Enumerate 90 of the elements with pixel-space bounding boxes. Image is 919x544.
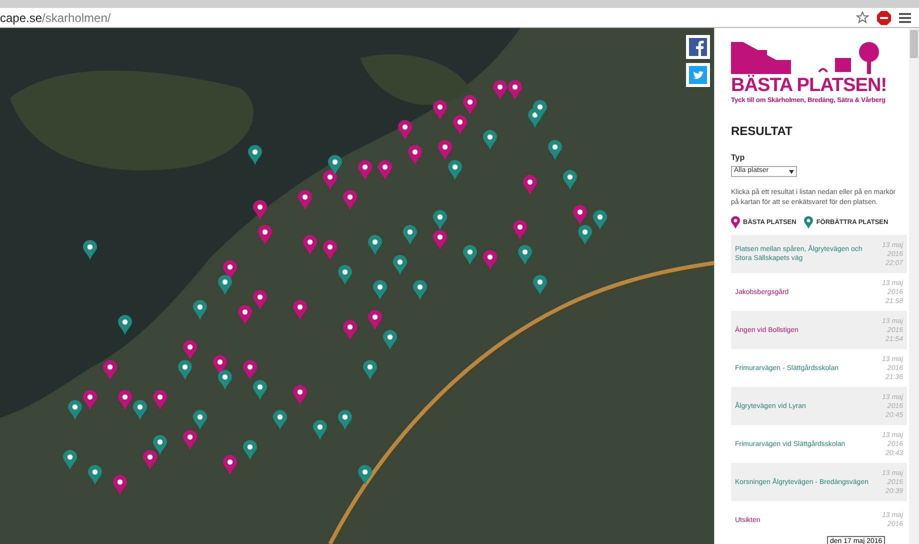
map-pin[interactable]	[463, 245, 477, 265]
map-pin[interactable]	[483, 250, 497, 270]
map-pin[interactable]	[193, 410, 207, 430]
map-pin[interactable]	[183, 340, 197, 360]
map-pin[interactable]	[153, 390, 167, 410]
map-pin[interactable]	[183, 430, 197, 450]
map-pin[interactable]	[253, 290, 267, 310]
map-pin[interactable]	[413, 280, 427, 300]
map-pin[interactable]	[398, 120, 412, 140]
map-pin[interactable]	[238, 305, 252, 325]
map-pin[interactable]	[518, 245, 532, 265]
map-pin[interactable]	[508, 80, 522, 100]
map-pin[interactable]	[248, 145, 262, 165]
map-pin[interactable]	[133, 400, 147, 420]
map-pin[interactable]	[343, 190, 357, 210]
map-pin[interactable]	[548, 140, 562, 160]
map-pin[interactable]	[253, 200, 267, 220]
map-pin[interactable]	[293, 300, 307, 320]
caret-icon	[789, 170, 794, 174]
map-pin[interactable]	[218, 370, 232, 390]
map-pin[interactable]	[433, 100, 447, 120]
map-pin[interactable]	[363, 360, 377, 380]
map-pin[interactable]	[523, 175, 537, 195]
map-pin[interactable]	[373, 280, 387, 300]
logo-title: BÄSTA PLATSEN!	[731, 76, 888, 96]
map-pin[interactable]	[323, 240, 337, 260]
map-pin[interactable]	[378, 160, 392, 180]
scrollbar-thumb[interactable]	[910, 30, 918, 58]
map-pin[interactable]	[103, 360, 117, 380]
map-pin[interactable]	[303, 235, 317, 255]
map-pin[interactable]	[368, 310, 382, 330]
facebook-icon	[689, 38, 707, 56]
map-pin[interactable]	[433, 230, 447, 250]
map-pin[interactable]	[88, 465, 102, 485]
map-pin[interactable]	[408, 145, 422, 165]
section-heading: RESULTAT	[731, 123, 794, 140]
map-pin[interactable]	[63, 450, 77, 470]
map-pin[interactable]	[438, 140, 452, 160]
map-pin[interactable]	[533, 275, 547, 295]
map-pin[interactable]	[593, 210, 607, 230]
map-pin[interactable]	[298, 190, 312, 210]
map-pin[interactable]	[578, 225, 592, 245]
map-pin[interactable]	[68, 400, 82, 420]
map-pin[interactable]	[403, 225, 417, 245]
map-pin[interactable]	[358, 465, 372, 485]
map-pin[interactable]	[143, 450, 157, 470]
map-pin[interactable]	[273, 410, 287, 430]
twitter-button[interactable]	[686, 63, 710, 87]
map-pin[interactable]	[153, 435, 167, 455]
map-pin[interactable]	[178, 360, 192, 380]
map-pin[interactable]	[483, 130, 497, 150]
map-pin[interactable]	[193, 300, 207, 320]
map-pin[interactable]	[383, 330, 397, 350]
address-field[interactable]: cape.se/skarholmen/	[0, 10, 852, 26]
map-pin[interactable]	[563, 170, 577, 190]
map-pin[interactable]	[118, 390, 132, 410]
map-pin[interactable]	[433, 210, 447, 230]
facebook-button[interactable]	[686, 35, 710, 59]
map-pin[interactable]	[83, 390, 97, 410]
map-pin[interactable]	[358, 160, 372, 180]
map-pin[interactable]	[368, 235, 382, 255]
map-pin[interactable]	[343, 320, 357, 340]
map-pin[interactable]	[113, 475, 127, 495]
map-pin[interactable]	[218, 275, 232, 295]
map-pin[interactable]	[253, 380, 267, 400]
map-pin[interactable]	[463, 95, 477, 115]
adblock-icon[interactable]	[877, 10, 891, 24]
map-pin[interactable]	[513, 220, 527, 240]
map-pin[interactable]	[243, 440, 257, 460]
map-pin[interactable]	[448, 160, 462, 180]
map-pin[interactable]	[453, 115, 467, 135]
map-pin[interactable]	[223, 455, 237, 475]
map-pin[interactable]	[323, 170, 337, 190]
map-pin[interactable]	[258, 225, 272, 245]
map-pin[interactable]	[493, 80, 507, 100]
map-pin[interactable]	[83, 240, 97, 260]
bird-icon	[689, 66, 707, 84]
map-pin[interactable]	[243, 360, 257, 380]
map-pin[interactable]	[313, 420, 327, 440]
map-pin[interactable]	[338, 410, 352, 430]
map-pin[interactable]	[118, 315, 132, 335]
map-pin[interactable]	[328, 155, 342, 175]
map-pin[interactable]	[293, 385, 307, 405]
map-pin[interactable]	[393, 255, 407, 275]
map-pin[interactable]	[533, 100, 547, 120]
star-icon[interactable]	[856, 11, 869, 24]
filter-label: Typ	[731, 152, 746, 164]
map-pin[interactable]	[338, 265, 352, 285]
menu-icon[interactable]	[899, 12, 911, 24]
map-pin[interactable]	[573, 205, 587, 225]
